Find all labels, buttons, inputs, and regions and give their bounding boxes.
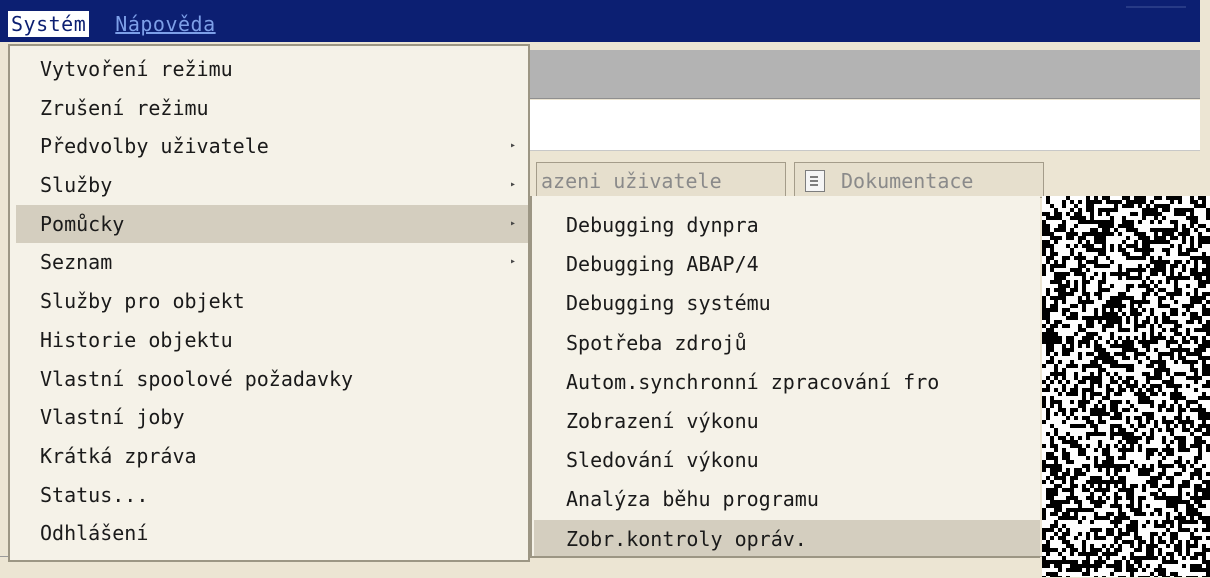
submenu-item-label: Sledování výkonu [566,448,759,473]
menu-help[interactable]: Nápověda [115,12,215,36]
noise-overlay-image [1042,196,1210,577]
submenu-item-label: Analýza běhu programu [566,487,819,512]
menu-item-label: Pomůcky [40,211,125,236]
menu-item-create-session[interactable]: Vytvoření režimu [16,50,528,89]
menu-item-label: Odhlášení [40,521,149,546]
submenu-item-label: Debugging dynpra [566,213,759,237]
menu-item-short-message[interactable]: Krátká zpráva [16,437,528,476]
submenu-item-label: Debugging systému [566,291,771,316]
menu-item-status[interactable]: Status... [16,476,528,515]
menu-item-user-profile[interactable]: Předvolby uživatele ▸ [16,127,528,166]
menu-item-own-jobs[interactable]: Vlastní joby [16,398,528,437]
menu-item-list[interactable]: Seznam ▸ [16,243,528,282]
submenu-item-debug-abap[interactable]: Debugging ABAP/4 [534,245,1040,284]
menu-item-services[interactable]: Služby ▸ [16,166,528,205]
submenu-item-label: Spotřeba zdrojů [566,330,747,355]
submenu-item-resource-consumption[interactable]: Spotřeba zdrojů [534,324,1040,363]
menu-item-utilities[interactable]: Pomůcky ▸ [16,204,528,244]
menu-item-label: Vytvoření režimu [40,57,233,81]
submenu-arrow-icon: ▸ [509,217,516,229]
menu-item-label: Seznam [40,250,113,275]
submenu-item-label: Autom.synchronní zpracování fro [566,369,940,394]
user-settings-button-label: azeni uživatele [541,169,722,193]
user-settings-button[interactable]: azeni uživatele [536,162,786,198]
menu-item-label: Zrušení režimu [40,95,209,120]
menu-item-label: Předvolby uživatele [40,134,269,159]
window-controls[interactable] [1126,6,1186,18]
menu-item-label: Služby [40,173,113,198]
menu-item-label: Vlastní spoolové požadavky [40,366,354,391]
submenu-arrow-icon: ▸ [509,256,516,268]
documentation-button[interactable]: Dokumentace [794,162,1044,198]
system-menu-dropdown: Vytvoření režimu Zrušení režimu Předvolb… [8,44,530,562]
submenu-item-label: Zobr.kontroly opráv. [566,526,807,551]
documentation-button-label: Dokumentace [841,169,974,193]
command-field-area[interactable] [530,100,1200,151]
document-icon [805,170,825,192]
submenu-item-label: Zobrazení výkonu [566,408,759,433]
submenu-item-auto-sync-processing[interactable]: Autom.synchronní zpracování fro [534,363,1040,402]
submenu-item-performance-display[interactable]: Zobrazení výkonu [534,402,1040,441]
submenu-item-runtime-analysis[interactable]: Analýza běhu programu [534,480,1040,519]
submenu-arrow-icon: ▸ [509,140,516,152]
menu-item-label: Krátká zpráva [40,443,197,468]
menu-system[interactable]: Systém [8,11,90,37]
utilities-submenu: Debugging dynpra Debugging ABAP/4 Debugg… [530,196,1040,558]
menu-item-object-services[interactable]: Služby pro objekt [16,282,528,321]
toolbar-background [530,50,1200,99]
menu-item-own-spool-requests[interactable]: Vlastní spoolové požadavky [16,360,528,399]
menu-item-object-history[interactable]: Historie objektu [16,321,528,360]
menu-item-label: Historie objektu [40,327,233,352]
menu-item-label: Status... [40,482,149,507]
submenu-arrow-icon: ▸ [509,179,516,191]
menu-item-logoff[interactable]: Odhlášení [16,514,528,553]
submenu-item-performance-trace[interactable]: Sledování výkonu [534,441,1040,480]
submenu-item-debug-system[interactable]: Debugging systému [534,284,1040,323]
menu-item-label: Vlastní joby [40,405,185,430]
menu-item-label: Služby pro objekt [40,289,245,314]
submenu-item-label: Debugging ABAP/4 [566,252,759,277]
submenu-item-debug-screen[interactable]: Debugging dynpra [534,206,1040,245]
menu-bar: Systém Nápověda [0,0,1200,42]
menu-item-end-session[interactable]: Zrušení režimu [16,89,528,128]
submenu-item-display-auth-check[interactable]: Zobr.kontroly opráv. [534,519,1040,556]
